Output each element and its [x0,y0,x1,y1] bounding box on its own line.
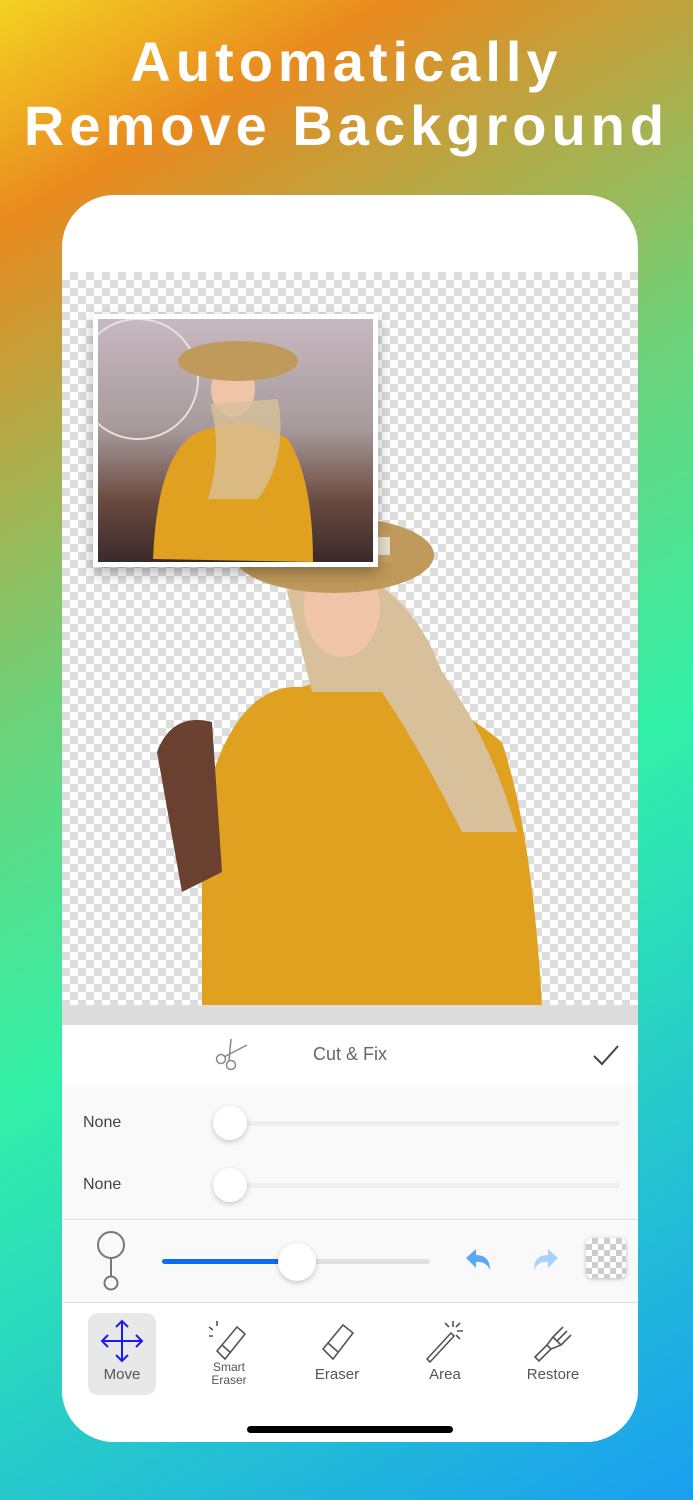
headline-line1: Automatically [130,30,563,93]
home-indicator[interactable] [247,1426,453,1433]
tool-tabs: Move Smart Eraser Eraser Area Restore [62,1303,638,1442]
tab-label: Move [103,1366,141,1383]
checker-icon[interactable] [586,1238,626,1278]
slider-knob[interactable] [213,1168,247,1202]
phone-screen: Cut & Fix None None Move Smart Eraser Er… [62,195,638,1442]
panel-header: Cut & Fix [62,1025,638,1085]
canvas-divider [62,1005,638,1025]
slider-row-2: None [62,1165,638,1205]
original-photo-thumbnail[interactable] [93,314,378,567]
tab-area[interactable]: Area [411,1313,479,1395]
magic-wand-icon [425,1321,463,1363]
paintbrush-icon [533,1326,572,1363]
redo-icon[interactable] [532,1248,560,1272]
slider-knob[interactable] [213,1106,247,1140]
slider-track[interactable] [212,1121,620,1126]
brush-size-fill [162,1259,296,1264]
slider-label: None [83,1114,122,1131]
tab-label: Smart Eraser [211,1360,247,1387]
brush-toolbar [62,1221,638,1303]
smart-eraser-icon [208,1321,247,1361]
tab-label: Restore [526,1366,580,1383]
slider-track[interactable] [212,1183,620,1188]
headline-line2: Remove Background [23,94,670,157]
checkmark-icon[interactable] [592,1043,620,1067]
tab-move[interactable]: Move [88,1313,156,1395]
editing-canvas[interactable] [62,272,638,1005]
undo-icon[interactable] [464,1248,492,1272]
brush-size-knob[interactable] [278,1243,316,1281]
panel-title: Cut & Fix [312,1044,387,1064]
slider-row-1: None [62,1103,638,1143]
slider-label: None [83,1176,122,1193]
tab-label: Area [429,1366,461,1383]
adjustment-sliders: None None [62,1085,638,1220]
tab-eraser[interactable]: Eraser [303,1313,371,1395]
move-icon [100,1319,144,1363]
tab-restore[interactable]: Restore [519,1313,587,1395]
eraser-icon [321,1323,355,1361]
tab-smart-eraser[interactable]: Smart Eraser [195,1313,263,1395]
brush-size-icon [97,1231,125,1291]
tab-label: Eraser [314,1366,360,1383]
